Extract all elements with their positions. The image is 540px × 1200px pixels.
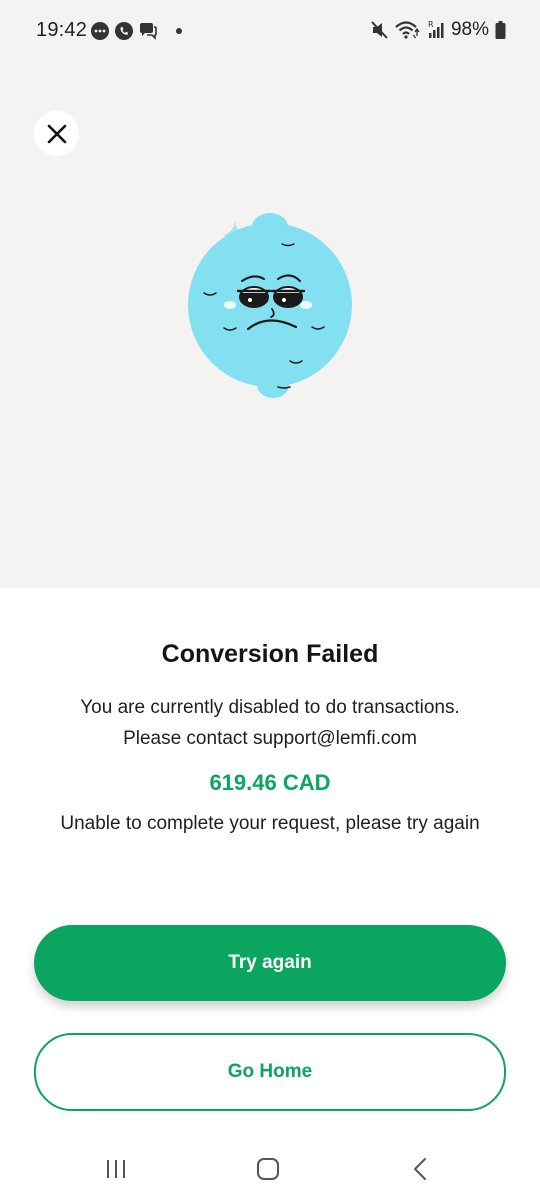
home-icon	[257, 1158, 279, 1180]
recent-apps-icon	[107, 1160, 125, 1178]
conversion-amount: 619.46 CAD	[209, 770, 331, 795]
wifi-icon	[395, 21, 420, 39]
mute-icon	[371, 21, 388, 39]
svg-text:R: R	[428, 20, 434, 29]
messages-icon	[140, 23, 157, 40]
back-nav-button[interactable]	[400, 1154, 440, 1184]
system-navigation-bar	[0, 1140, 540, 1196]
page-title: Conversion Failed	[161, 640, 379, 668]
sad-lemon-illustration	[188, 213, 352, 398]
back-icon	[414, 1158, 426, 1180]
error-message-line2: Please contact support@lemfi.com	[123, 728, 417, 749]
try-again-button[interactable]: Try again	[34, 925, 506, 1001]
go-home-button[interactable]: Go Home	[34, 1033, 506, 1111]
illustration-area: 19:42 R 98%	[0, 0, 540, 588]
signal-icon: R	[428, 20, 444, 38]
notification-icons	[90, 21, 182, 41]
error-message: You are currently disabled to do transac…	[0, 692, 540, 754]
status-time: 19:42	[36, 19, 88, 41]
close-button[interactable]	[34, 111, 79, 156]
close-icon	[47, 124, 66, 143]
whatsapp-icon	[115, 22, 133, 40]
battery-icon	[495, 21, 506, 39]
home-nav-button[interactable]	[248, 1154, 288, 1184]
system-status-icons: R 98%	[371, 19, 506, 41]
more-notifications-dot	[176, 28, 182, 34]
error-message-line1: You are currently disabled to do transac…	[80, 697, 460, 718]
battery-percentage: 98%	[450, 19, 489, 40]
chat-bubble-icon	[91, 22, 109, 40]
recent-apps-button[interactable]	[96, 1154, 136, 1184]
status-bar: 19:42 R 98%	[0, 0, 540, 62]
retry-hint: Unable to complete your request, please …	[60, 813, 480, 834]
